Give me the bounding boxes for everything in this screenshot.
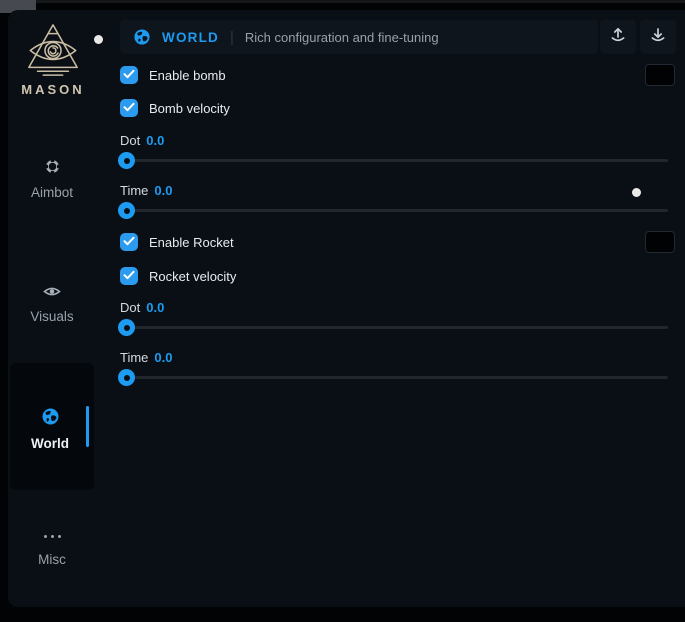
active-tab-indicator — [86, 406, 89, 447]
download-icon — [649, 26, 667, 48]
window-top-highlight — [36, 0, 685, 3]
bomb-velocity-checkbox[interactable] — [120, 99, 138, 117]
dot-slider-knob[interactable] — [118, 319, 135, 336]
slider-value: 0.0 — [154, 183, 172, 198]
checkmark-icon — [123, 99, 135, 117]
enable-bomb-checkbox[interactable] — [120, 66, 138, 84]
page-header: WORLD | Rich configuration and fine-tuni… — [120, 20, 598, 54]
menu-window: MASON Aimbot — [8, 10, 685, 607]
checkbox-label: Enable Rocket — [149, 235, 234, 250]
checkbox-row-enable-rocket: Enable Rocket — [120, 233, 234, 251]
slider-value: 0.0 — [146, 300, 164, 315]
indicator-dot — [632, 188, 641, 197]
sidebar-item-visuals[interactable]: Visuals — [8, 284, 96, 324]
sidebar-item-label: World — [31, 436, 69, 451]
slider-label-dot: Dot0.0 — [120, 133, 164, 148]
sidebar-item-world-active[interactable]: World — [10, 363, 94, 490]
checkbox-row-bomb-velocity: Bomb velocity — [120, 99, 230, 117]
import-config-button[interactable] — [640, 20, 676, 54]
upload-icon — [609, 26, 627, 48]
time-slider-track[interactable] — [120, 209, 668, 212]
page-subtitle: Rich configuration and fine-tuning — [245, 30, 439, 45]
export-config-button[interactable] — [600, 20, 636, 54]
bomb-color-swatch[interactable] — [645, 64, 675, 86]
checkbox-row-enable-bomb: Enable bomb — [120, 66, 226, 84]
rocket-velocity-checkbox[interactable] — [120, 267, 138, 285]
crosshair-icon — [44, 158, 61, 178]
checkbox-row-rocket-velocity: Rocket velocity — [120, 267, 236, 285]
globe-icon — [133, 28, 151, 46]
enable-rocket-checkbox[interactable] — [120, 233, 138, 251]
sidebar-item-aimbot[interactable]: Aimbot — [8, 158, 96, 200]
dot-slider-track[interactable] — [120, 326, 668, 329]
sidebar-item-label: Aimbot — [31, 185, 73, 200]
ellipsis-icon — [44, 528, 61, 545]
eye-icon — [43, 284, 61, 302]
app-window: MASON Aimbot — [0, 0, 685, 622]
slider-label-time: Time0.0 — [120, 183, 172, 198]
sidebar-item-misc[interactable]: Misc — [8, 528, 96, 567]
checkbox-label: Rocket velocity — [149, 269, 236, 284]
checkmark-icon — [123, 267, 135, 285]
time-slider-knob[interactable] — [118, 202, 135, 219]
dot-slider-knob[interactable] — [118, 152, 135, 169]
globe-icon — [41, 407, 60, 429]
rocket-color-swatch[interactable] — [645, 231, 675, 253]
sidebar-item-world[interactable]: World — [8, 407, 92, 451]
page-title: WORLD — [162, 30, 219, 45]
time-slider-knob[interactable] — [118, 369, 135, 386]
sidebar-item-label: Misc — [38, 552, 66, 567]
brand-name: MASON — [8, 82, 98, 97]
checkmark-icon — [123, 66, 135, 84]
checkbox-label: Bomb velocity — [149, 101, 230, 116]
checkbox-label: Enable bomb — [149, 68, 226, 83]
header-separator: | — [230, 29, 234, 46]
slider-label-dot: Dot0.0 — [120, 300, 164, 315]
time-slider-track[interactable] — [120, 376, 668, 379]
slider-label-time: Time0.0 — [120, 350, 172, 365]
sidebar-item-label: Visuals — [30, 309, 73, 324]
checkmark-icon — [123, 233, 135, 251]
mason-logo-icon — [24, 22, 82, 78]
slider-value: 0.0 — [146, 133, 164, 148]
dot-slider-track[interactable] — [120, 159, 668, 162]
slider-value: 0.0 — [154, 350, 172, 365]
indicator-dot — [94, 35, 103, 44]
